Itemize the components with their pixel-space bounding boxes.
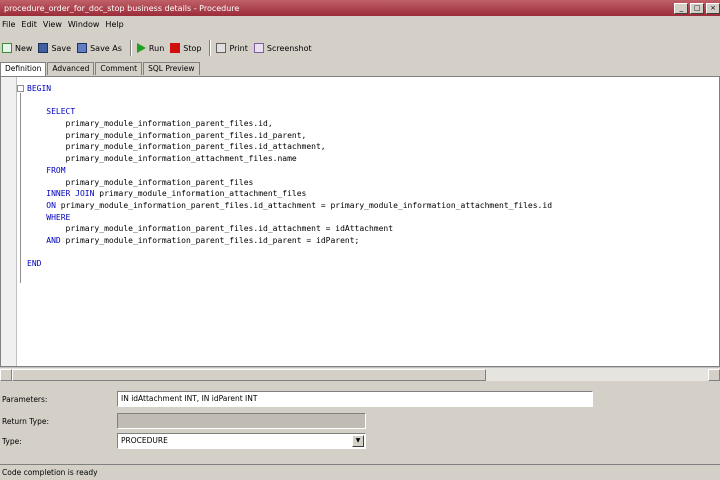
window-title: procedure_order_for_doc_stop business de… <box>4 3 240 13</box>
code-line[interactable]: ON primary_module_information_parent_fil… <box>27 200 552 212</box>
new-label: New <box>15 43 33 53</box>
status-bar: Code completion is ready <box>0 464 720 480</box>
parameters-row: Parameters: IN idAttachment INT, IN idPa… <box>0 390 720 408</box>
new-button[interactable]: New <box>2 40 32 56</box>
code-line[interactable] <box>27 247 552 259</box>
run-label: Run <box>148 43 165 53</box>
return-type-label: Return Type: <box>2 416 50 426</box>
fold-toggle-icon[interactable] <box>17 85 24 92</box>
print-label: Print <box>229 43 248 53</box>
save-as-button[interactable]: Save As <box>77 40 122 56</box>
code-line[interactable]: END <box>27 258 552 270</box>
save-icon <box>38 43 49 53</box>
play-icon <box>136 43 146 53</box>
code-text-span: primary_module_information_parent_files.… <box>65 235 360 245</box>
save-button[interactable]: Save <box>38 40 71 56</box>
code-line[interactable]: primary_module_information_parent_files.… <box>27 130 552 142</box>
scroll-right-icon[interactable] <box>708 369 720 381</box>
type-row: Type: PROCEDURE ▼ <box>0 432 720 450</box>
code-line[interactable]: primary_module_information_parent_files.… <box>27 141 552 153</box>
return-type-row: Return Type: <box>0 412 720 430</box>
toolbar: New Save Save As Run Stop Print Screensh… <box>0 37 720 59</box>
code-text-span: primary_module_information_parent_files.… <box>65 130 307 140</box>
screenshot-icon <box>253 43 264 53</box>
sql-keyword: END <box>27 259 42 269</box>
tab-comment[interactable]: Comment <box>95 62 143 75</box>
code-line[interactable]: WHERE <box>27 212 552 224</box>
code-text-span: primary_module_information_parent_files <box>65 177 254 187</box>
sql-keyword: SELECT <box>46 107 76 117</box>
code-line[interactable]: FROM <box>27 165 552 177</box>
code-text-span: primary_module_information_parent_files.… <box>60 200 553 210</box>
code-text-span: primary_module_information_parent_files.… <box>65 224 394 234</box>
run-button[interactable]: Run <box>136 40 165 56</box>
stop-button[interactable]: Stop <box>170 40 201 56</box>
menu-help[interactable]: Help <box>105 20 123 29</box>
type-label: Type: <box>2 436 22 446</box>
code-text-span: primary_module_information_attachment_fi… <box>99 189 307 199</box>
save-as-icon <box>77 43 88 53</box>
code-line[interactable]: primary_module_information_parent_files <box>27 177 552 189</box>
parameters-input[interactable]: IN idAttachment INT, IN idParent INT <box>117 391 593 407</box>
menu-file[interactable]: File <box>2 20 15 29</box>
scroll-left-icon[interactable] <box>0 369 12 381</box>
tab-sql-preview[interactable]: SQL Preview <box>143 62 200 75</box>
type-select-value: PROCEDURE <box>121 436 168 445</box>
tab-strip: Definition Advanced Comment SQL Preview <box>0 62 720 76</box>
sql-keyword: INNER JOIN <box>46 189 95 199</box>
code-line[interactable]: primary_module_information_attachment_fi… <box>27 153 552 165</box>
maximize-button[interactable]: □ <box>690 2 705 14</box>
code-line[interactable]: BEGIN <box>27 83 552 95</box>
new-file-icon <box>2 43 12 53</box>
tab-advanced[interactable]: Advanced <box>47 62 95 75</box>
code-text[interactable]: BEGIN SELECT primary_module_information_… <box>27 83 552 270</box>
save-as-label: Save As <box>90 43 122 53</box>
menu-bar: File Edit View Window Help <box>0 17 720 31</box>
menu-edit[interactable]: Edit <box>21 20 37 29</box>
menu-window[interactable]: Window <box>68 20 100 29</box>
sql-keyword: AND <box>46 235 61 245</box>
toolbar-separator <box>129 40 132 56</box>
sql-keyword: BEGIN <box>27 84 52 93</box>
code-line[interactable]: INNER JOIN primary_module_information_at… <box>27 188 552 200</box>
status-text: Code completion is ready <box>2 468 98 477</box>
code-line[interactable]: primary_module_information_parent_files.… <box>27 223 552 235</box>
code-text-span: primary_module_information_parent_files.… <box>65 142 326 152</box>
printer-icon <box>216 43 227 53</box>
chevron-down-icon[interactable]: ▼ <box>352 435 364 447</box>
type-select[interactable]: PROCEDURE ▼ <box>117 433 366 449</box>
tab-definition[interactable]: Definition <box>0 62 47 76</box>
code-line[interactable]: AND primary_module_information_parent_fi… <box>27 235 552 247</box>
code-text-span: primary_module_information_parent_files.… <box>65 119 273 129</box>
stop-icon <box>170 43 181 53</box>
parameters-label: Parameters: <box>2 394 48 404</box>
code-line[interactable]: primary_module_information_parent_files.… <box>27 118 552 130</box>
sql-keyword: ON <box>46 200 56 210</box>
close-button[interactable]: × <box>706 2 720 14</box>
fold-margin <box>17 77 25 366</box>
horizontal-scrollbar[interactable] <box>0 367 720 381</box>
return-type-input <box>117 413 366 429</box>
code-line[interactable]: SELECT <box>27 106 552 118</box>
sql-keyword: FROM <box>46 165 66 175</box>
code-line[interactable] <box>27 95 552 107</box>
sql-keyword: WHERE <box>46 212 71 222</box>
toolbar-separator <box>209 40 212 56</box>
code-editor[interactable]: BEGIN SELECT primary_module_information_… <box>0 76 720 367</box>
parameters-panel: Parameters: IN idAttachment INT, IN idPa… <box>0 384 720 462</box>
minimize-button[interactable]: _ <box>674 2 689 14</box>
menu-view[interactable]: View <box>43 20 62 29</box>
line-number-gutter <box>1 77 17 366</box>
fold-line <box>20 93 21 283</box>
title-bar: procedure_order_for_doc_stop business de… <box>0 0 720 16</box>
code-text-span: primary_module_information_attachment_fi… <box>65 154 297 164</box>
screenshot-button[interactable]: Screenshot <box>253 40 312 56</box>
scrollbar-thumb[interactable] <box>12 369 486 381</box>
print-button[interactable]: Print <box>216 40 248 56</box>
screenshot-label: Screenshot <box>266 43 312 53</box>
stop-label: Stop <box>183 43 202 53</box>
save-label: Save <box>51 43 72 53</box>
